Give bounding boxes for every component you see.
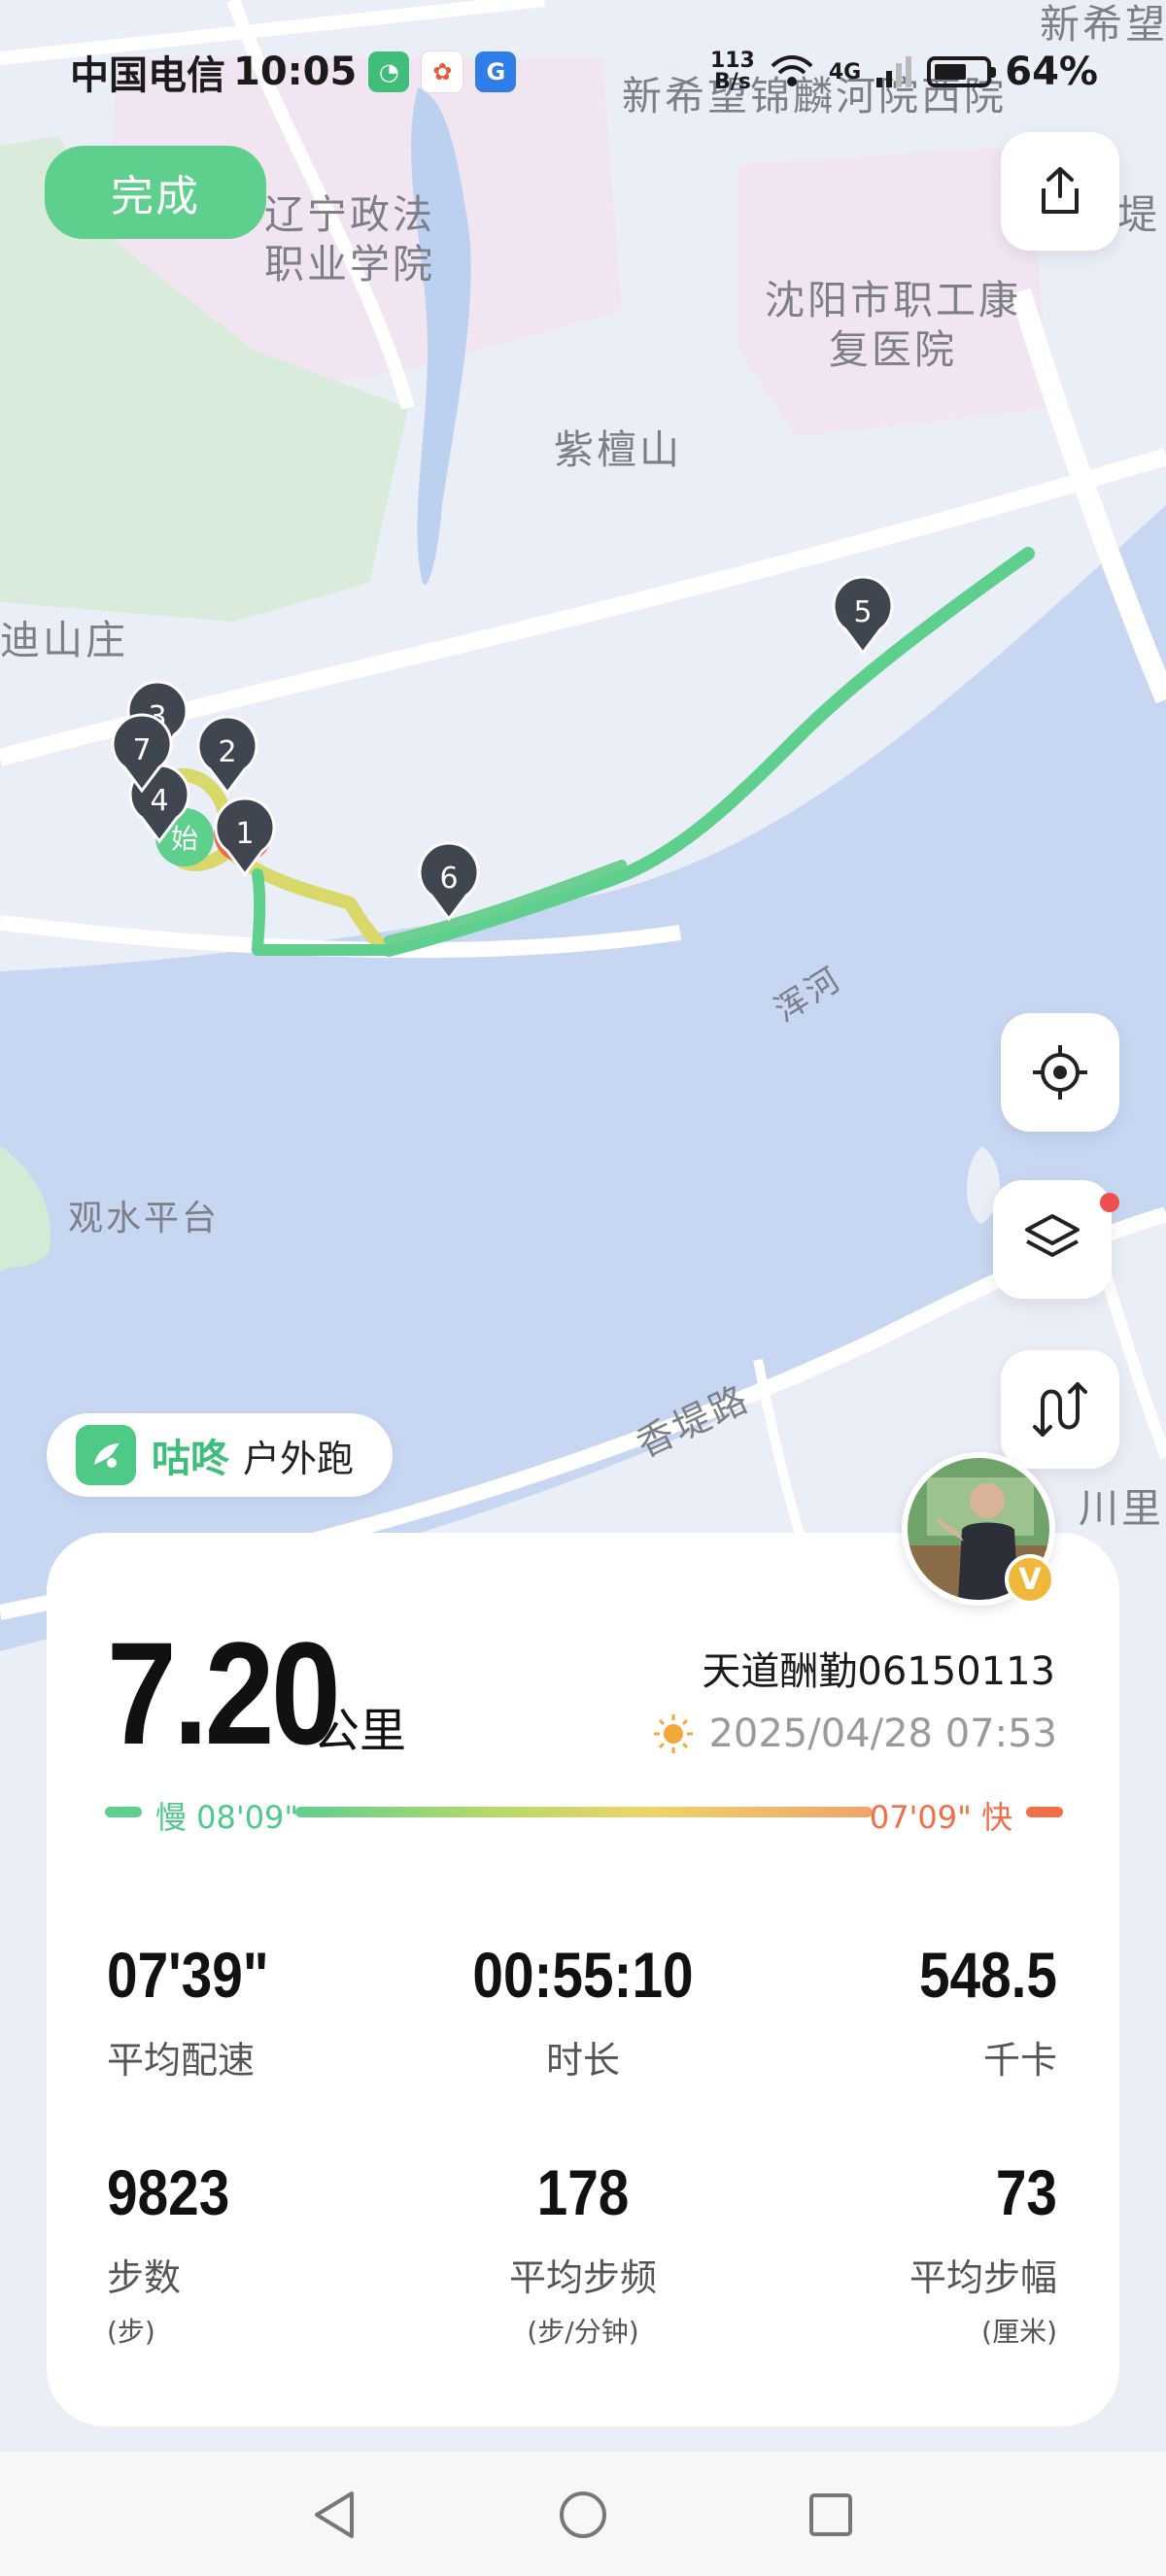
layers-icon xyxy=(1025,1214,1080,1257)
route-marker-label: 4 xyxy=(150,784,168,818)
nav-recents-button[interactable] xyxy=(797,2481,865,2549)
map-label: 迪山庄 xyxy=(0,617,128,663)
pace-slow-label: 慢 08'09" xyxy=(155,1799,299,1836)
map-label: 辽宁政法职业学院 xyxy=(264,191,435,288)
map-label: 沈阳市职工康复医院 xyxy=(765,277,1021,374)
nav-home-button[interactable] xyxy=(549,2481,617,2549)
brand-badge: 咕咚 户外跑 xyxy=(47,1413,393,1497)
battery-percent: 64% xyxy=(1005,50,1098,94)
sun-icon xyxy=(654,1714,694,1753)
route-marker-label: 7 xyxy=(132,733,151,767)
notification-dot xyxy=(1100,1193,1119,1212)
codoon-notification-icon: ◔ xyxy=(368,51,410,92)
stat-value: 9823 xyxy=(107,2156,230,2228)
stat-unit: (步) xyxy=(107,2316,155,2348)
battery-icon xyxy=(927,56,997,87)
map-label: 堤 xyxy=(1117,191,1160,238)
network-type: 4G xyxy=(828,59,862,85)
system-nav-bar xyxy=(0,2452,1166,2576)
back-triangle-icon xyxy=(315,2491,354,2538)
stat-stride: 73 平均步幅 (厘米) xyxy=(766,2158,1057,2350)
share-button[interactable] xyxy=(1001,132,1119,251)
locate-button[interactable] xyxy=(1001,1013,1119,1132)
stat-label: 平均步频 xyxy=(508,2256,657,2299)
status-time: 10:05 xyxy=(233,50,358,94)
route-marker-label: 2 xyxy=(218,735,236,769)
activity-datetime: 2025/04/28 07:53 xyxy=(652,1712,1057,1756)
stat-unit: (步/分钟) xyxy=(527,2316,639,2348)
distance-value: 7.20 xyxy=(107,1611,341,1775)
stat-steps: 9823 步数 (步) xyxy=(107,2158,398,2350)
status-bar: 中国电信 10:05 ◔ ✿ G 113 B/s 4G 64% xyxy=(70,43,1098,101)
stat-value: 178 xyxy=(536,2156,630,2228)
route-marker-label: 1 xyxy=(235,817,254,851)
app-notification-icon: G xyxy=(475,51,517,92)
stat-value: 00:55:10 xyxy=(472,1939,694,2011)
stat-value: 73 xyxy=(995,2156,1057,2228)
wifi-icon xyxy=(771,55,813,86)
stat-label: 千卡 xyxy=(982,2039,1057,2082)
pace-fast-cap xyxy=(1026,1807,1063,1817)
stat-calories: 548.5 千卡 xyxy=(766,1941,1057,2084)
stat-label: 时长 xyxy=(545,2039,620,2082)
route-marker-label: 5 xyxy=(853,595,872,629)
distance-unit: 公里 xyxy=(313,1704,407,1758)
nav-back-button[interactable] xyxy=(301,2481,369,2549)
recents-square-icon xyxy=(809,2493,852,2536)
map-label: 川里 xyxy=(1079,1485,1164,1532)
map-label: 观水平台 xyxy=(68,1199,221,1238)
stat-avg-pace: 07'39" 平均配速 xyxy=(107,1941,398,2084)
home-circle-icon xyxy=(560,2491,606,2538)
username: 天道酬勤06150113 xyxy=(702,1649,1055,1694)
pace-fast-label: 07'09" 快 xyxy=(869,1799,1012,1836)
pace-legend: 慢 08'09" 07'09" 快 xyxy=(105,1793,1063,1836)
pace-gradient xyxy=(295,1807,873,1817)
done-button[interactable]: 完成 xyxy=(45,146,266,239)
locate-icon xyxy=(1033,1045,1087,1100)
carrier-label: 中国电信 xyxy=(70,53,225,98)
stat-label: 平均配速 xyxy=(107,2039,256,2082)
stat-value: 07'39" xyxy=(107,1939,269,2011)
pace-slow-cap xyxy=(105,1807,142,1817)
stat-value: 548.5 xyxy=(918,1939,1057,2011)
verified-badge-icon: V xyxy=(1005,1554,1055,1605)
activity-type: 户外跑 xyxy=(243,1437,355,1480)
brand-name: 咕咚 xyxy=(152,1437,229,1481)
svg-text:始: 始 xyxy=(171,823,198,855)
share-icon xyxy=(1042,167,1079,214)
codoon-logo-icon xyxy=(76,1425,136,1485)
stat-duration: 00:55:10 时长 xyxy=(437,1941,729,2084)
stat-label: 步数 xyxy=(107,2256,182,2299)
signal-icon xyxy=(876,56,912,87)
route-button[interactable] xyxy=(1001,1350,1119,1469)
app-notification-icon: ✿ xyxy=(421,51,464,93)
layers-button[interactable] xyxy=(993,1180,1112,1299)
stat-label: 平均步幅 xyxy=(909,2256,1057,2299)
net-speed: 113 B/s xyxy=(709,49,755,94)
map-label: 紫檀山 xyxy=(554,426,682,473)
stat-cadence: 178 平均步频 (步/分钟) xyxy=(437,2158,729,2350)
route-marker-label: 6 xyxy=(439,862,458,896)
route-icon xyxy=(1033,1382,1087,1437)
stat-unit: (厘米) xyxy=(981,2316,1057,2348)
